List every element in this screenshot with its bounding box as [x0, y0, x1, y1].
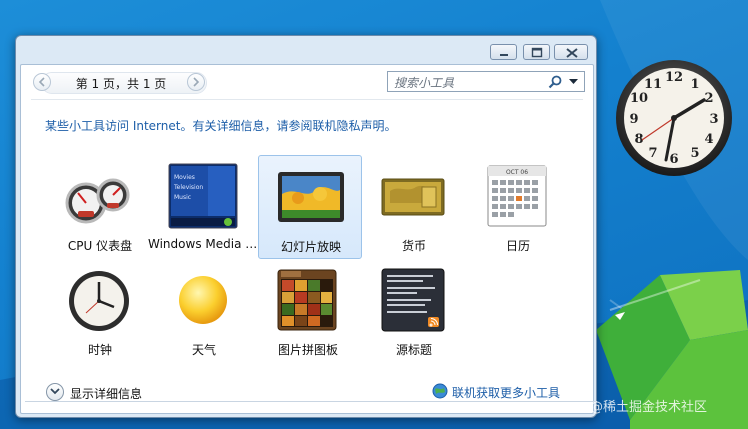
gadget-label: 日历	[505, 239, 530, 253]
currency-icon	[381, 178, 445, 216]
show-details-label[interactable]: 显示详细信息	[70, 385, 142, 402]
page-indicator: 第 1 页，共 1 页	[75, 77, 167, 91]
minimize-button[interactable]	[490, 44, 517, 60]
gadget-calendar[interactable]: OCT 06 日历	[468, 157, 568, 259]
dropdown-arrow-icon[interactable]	[569, 79, 578, 85]
maximize-button[interactable]	[523, 44, 550, 60]
gadget-currency[interactable]: 货币	[364, 157, 464, 259]
feed-headlines-icon	[381, 268, 445, 332]
clock-numeral: 12	[665, 70, 683, 85]
clock-numeral: 7	[648, 146, 657, 161]
search-input[interactable]	[392, 73, 546, 92]
get-more-gadgets-online-link[interactable]: 联机获取更多小工具	[432, 382, 582, 402]
media-center-menu-item: Television	[173, 184, 203, 191]
gadget-label: CPU 仪表盘	[67, 239, 133, 253]
chevron-down-icon[interactable]	[46, 383, 64, 401]
show-details-toggle[interactable]: 显示详细信息	[46, 383, 176, 403]
search-icon[interactable]	[547, 74, 563, 90]
clock-numeral: 2	[704, 91, 713, 106]
clock-numeral: 11	[644, 77, 662, 92]
gadget-label: 源标题	[395, 343, 432, 357]
gadget-label: 幻灯片放映	[280, 240, 341, 254]
desktop-clock-gadget[interactable]: 12 1 2 3 4 5 6 7 8 9 10 11	[608, 56, 740, 180]
clock-numeral: 5	[690, 146, 699, 161]
clock-numeral: 4	[704, 132, 713, 147]
globe-icon	[432, 383, 448, 399]
picture-puzzle-icon	[277, 269, 337, 331]
gadget-label: 图片拼图板	[277, 343, 338, 357]
gadget-weather[interactable]: 天气	[154, 261, 254, 363]
page-navigator: 第 1 页，共 1 页	[33, 72, 213, 94]
gadget-panel: 第 1 页，共 1 页 某些小工具访问 Internet。有关详细信息，请参阅联…	[20, 64, 597, 414]
gadget-label: Windows Media Center	[148, 237, 260, 251]
clock-numeral: 6	[669, 152, 678, 167]
title-bar[interactable]	[16, 36, 596, 64]
gadget-windows-media-center[interactable]: Movies Television Music Windows Media Ce…	[148, 157, 260, 259]
close-button[interactable]	[554, 44, 588, 60]
search-box	[387, 71, 585, 92]
media-center-menu-item: Music	[174, 194, 191, 201]
gadget-slideshow[interactable]: 幻灯片放映	[258, 155, 362, 259]
gadget-feed-headlines[interactable]: 源标题	[364, 261, 464, 363]
clock-numeral: 9	[629, 112, 638, 127]
gadget-gallery-window: 第 1 页，共 1 页 某些小工具访问 Internet。有关详细信息，请参阅联…	[15, 35, 597, 418]
gadget-clock[interactable]: 时钟	[50, 261, 150, 363]
gadget-label: 货币	[401, 239, 426, 253]
header-divider	[31, 99, 583, 100]
calendar-icon: OCT 06	[487, 165, 547, 227]
gadget-label: 天气	[191, 343, 216, 357]
weather-sun-icon	[179, 276, 227, 324]
previous-page-button[interactable]	[33, 73, 51, 91]
calendar-month-label: OCT 06	[506, 169, 528, 176]
get-more-gadgets-label[interactable]: 联机获取更多小工具	[452, 384, 560, 401]
gadget-label: 时钟	[87, 343, 112, 357]
media-center-menu-item: Movies	[174, 174, 195, 181]
clock-numeral: 10	[630, 91, 648, 106]
media-center-icon: Movies Television Music	[168, 163, 238, 229]
cpu-meter-icon	[65, 178, 130, 224]
gadget-cpu-meter[interactable]: CPU 仪表盘	[50, 157, 150, 259]
gadget-picture-puzzle[interactable]: 图片拼图板	[258, 261, 358, 363]
clock-icon	[69, 271, 129, 331]
privacy-info-link[interactable]: 某些小工具访问 Internet。有关详细信息，请参阅联机隐私声明。	[45, 117, 396, 134]
next-page-button[interactable]	[187, 73, 205, 91]
clock-numeral: 1	[690, 77, 699, 92]
slideshow-icon	[278, 172, 344, 222]
watermark: @稀土掘金技术社区	[590, 400, 708, 415]
clock-numeral: 3	[709, 112, 718, 127]
